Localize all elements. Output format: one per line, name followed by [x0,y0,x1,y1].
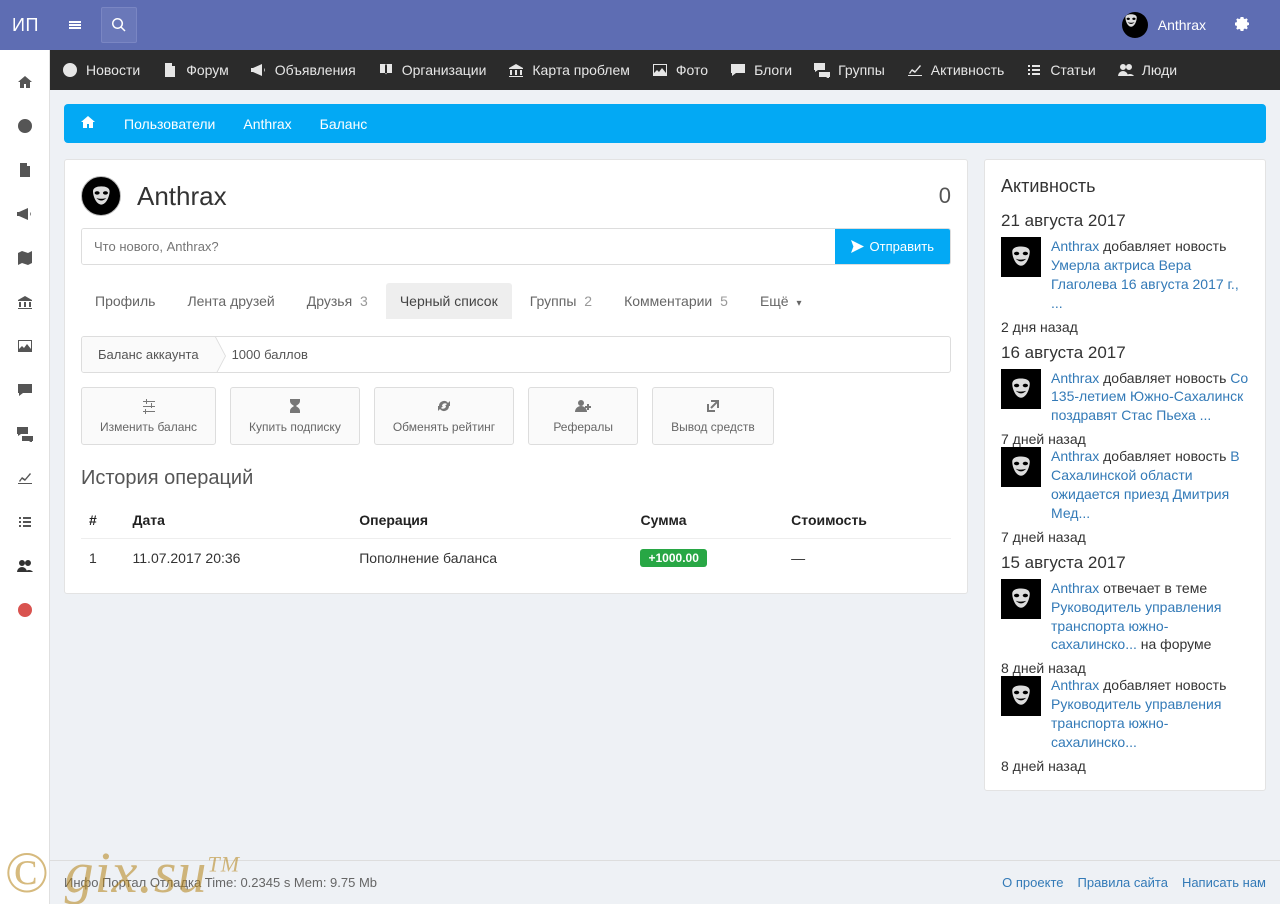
breadcrumb: Пользователи Anthrax Баланс [64,104,1266,143]
username: Anthrax [1158,17,1206,33]
activity-panel: Активность 21 августа 2017Anthrax добавл… [984,159,1266,791]
debug-text: Инфо Портал Отладка Time: 0.2345 s Mem: … [64,875,377,890]
balance-bar: Баланс аккаунта 1000 баллов [81,336,951,373]
avatar [1001,237,1041,277]
tab[interactable]: Лента друзей [173,283,288,319]
site-logo[interactable]: ИП [12,15,39,36]
nav-bullhorn[interactable]: Объявления [249,62,358,78]
activity-user[interactable]: Anthrax [1051,238,1099,254]
breadcrumb-item[interactable]: Пользователи [124,116,215,132]
action-user-plus[interactable]: Рефералы [528,387,638,445]
activity-link[interactable]: Руководитель управления транспорта южно-… [1051,599,1221,653]
compose-box: Отправить [81,228,951,265]
activity-user[interactable]: Anthrax [1051,677,1099,693]
activity-item: Anthrax отвечает в теме Руководитель упр… [1001,579,1249,655]
nav-chart[interactable]: Активность [905,62,1007,78]
sidebar-photos[interactable] [0,324,49,368]
sidebar-forum[interactable] [0,148,49,192]
nav-image[interactable]: Фото [650,62,710,78]
footer-link[interactable]: Правила сайта [1078,875,1168,890]
avatar [1001,447,1041,487]
activity-item: Anthrax добавляет новость Со 135-летием … [1001,369,1249,426]
current-user[interactable]: Anthrax [1122,12,1206,38]
action-hourglass[interactable]: Купить подписку [230,387,360,445]
action-sliders[interactable]: Изменить баланс [81,387,216,445]
compose-input[interactable] [82,229,835,264]
profile-panel: Anthrax 0 Отправить ПрофильЛента друзейД… [64,159,968,594]
activity-title: Активность [1001,176,1249,197]
footer-link[interactable]: О проекте [1002,875,1063,890]
activity-user[interactable]: Anthrax [1051,448,1099,464]
sidebar-articles[interactable] [0,500,49,544]
profile-counter: 0 [939,183,951,209]
sidebar-map[interactable] [0,236,49,280]
sidebar-info[interactable] [0,588,49,632]
profile-name: Anthrax [137,181,923,212]
avatar [1001,369,1041,409]
main-nav: Новости Форум Объявления Организации Карта п… [50,50,1280,90]
nav-exclaim-circle[interactable]: Новости [60,62,142,78]
tab[interactable]: Группы 2 [516,283,606,319]
balance-label: Баланс аккаунта [82,337,216,372]
avatar [1001,676,1041,716]
balance-actions: Изменить балансКупить подпискуОбменять р… [81,387,951,445]
nav-users[interactable]: Люди [1116,62,1179,78]
nav-file[interactable]: Форум [160,62,231,78]
sidebar-people[interactable] [0,544,49,588]
compose-submit[interactable]: Отправить [835,229,950,264]
search-button[interactable] [101,7,137,43]
table-row: 111.07.2017 20:36Пополнение баланса+1000… [81,539,951,578]
sidebar-blogs[interactable] [0,368,49,412]
nav-list[interactable]: Статьи [1024,62,1097,78]
profile-tabs: ПрофильЛента друзейДрузья 3Черный список… [81,283,951,320]
activity-item: Anthrax добавляет новость В Сахалинской … [1001,447,1249,523]
action-external[interactable]: Вывод средств [652,387,774,445]
footer: Инфо Портал Отладка Time: 0.2345 s Mem: … [50,860,1280,904]
activity-item: Anthrax добавляет новость Руководитель у… [1001,676,1249,752]
tab[interactable]: Профиль [81,283,169,319]
sidebar-activity[interactable] [0,456,49,500]
profile-avatar [81,176,121,216]
nav-comments[interactable]: Группы [812,62,887,78]
nav-bank[interactable]: Карта проблем [506,62,631,78]
tab[interactable]: Ещё ▾ [746,283,816,319]
activity-user[interactable]: Anthrax [1051,370,1099,386]
sidebar-groups[interactable] [0,412,49,456]
history-table: #ДатаОперацияСуммаСтоимость 111.07.2017 … [81,502,951,577]
activity-list: 21 августа 2017Anthrax добавляет новость… [1001,211,1249,774]
action-refresh[interactable]: Обменять рейтинг [374,387,514,445]
topbar: ИП Anthrax [0,0,1280,50]
history-section: История операций #ДатаОперацияСуммаСтоим… [81,467,951,577]
breadcrumb-item[interactable]: Баланс [320,116,368,132]
activity-link[interactable]: Руководитель управления транспорта южно-… [1051,696,1221,750]
nav-comment[interactable]: Блоги [728,62,794,78]
activity-user[interactable]: Anthrax [1051,580,1099,596]
tab[interactable]: Комментарии 5 [610,283,742,319]
menu-toggle[interactable] [57,7,93,43]
sidebar-home[interactable] [0,60,49,104]
footer-links: О проекте Правила сайта Написать нам [1002,875,1266,890]
avatar [1001,579,1041,619]
sidebar-orgs[interactable] [0,280,49,324]
history-title: История операций [81,467,951,490]
tab[interactable]: Друзья 3 [293,283,382,319]
breadcrumb-item[interactable]: Anthrax [243,116,291,132]
settings-button[interactable] [1224,7,1260,43]
left-sidebar [0,50,50,904]
tab[interactable]: Черный список [386,283,512,319]
nav-book[interactable]: Организации [376,62,489,78]
activity-item: Anthrax добавляет новость Умерла актриса… [1001,237,1249,313]
history-header-row: #ДатаОперацияСуммаСтоимость [81,502,951,539]
avatar [1122,12,1148,38]
footer-link[interactable]: Написать нам [1182,875,1266,890]
balance-value: 1000 баллов [216,337,324,372]
sidebar-news[interactable] [0,104,49,148]
activity-link[interactable]: Умерла актриса Вера Глаголева 16 августа… [1051,257,1239,311]
sidebar-ads[interactable] [0,192,49,236]
breadcrumb-home[interactable] [80,114,96,133]
